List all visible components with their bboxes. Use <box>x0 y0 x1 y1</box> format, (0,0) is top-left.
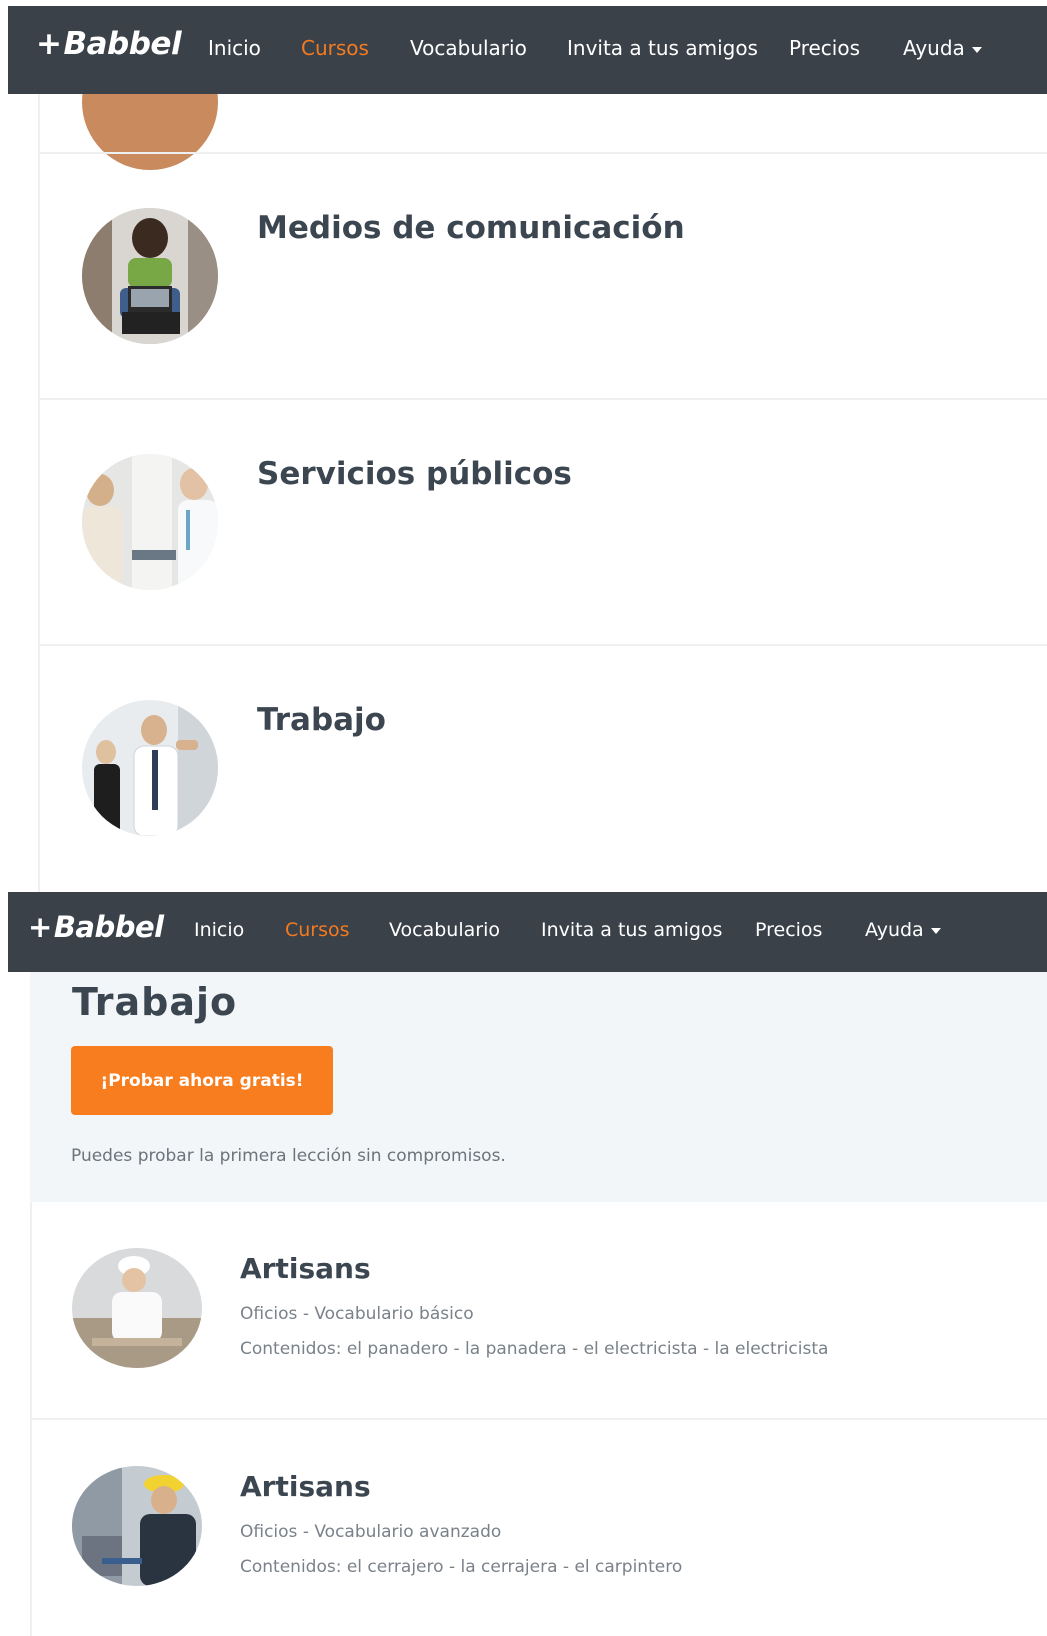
try-free-button[interactable]: ¡Probar ahora gratis! <box>71 1046 333 1115</box>
course-row-basic[interactable]: Artisans Oficios - Vocabulario básico Co… <box>32 1202 1047 1418</box>
nav-ayuda[interactable]: Ayuda <box>865 919 941 941</box>
logo-mark: + <box>28 910 52 944</box>
logo-mark: + <box>36 26 62 62</box>
logo-text: Babbel <box>53 910 164 944</box>
nav-precios[interactable]: Precios <box>789 36 860 60</box>
trial-note: Puedes probar la primera lección sin com… <box>71 1146 506 1166</box>
topic-row-servicios[interactable]: Servicios públicos <box>40 398 1047 644</box>
course-screen: Trabajo ¡Probar ahora gratis! Puedes pro… <box>8 892 1047 1636</box>
nav-precios[interactable]: Precios <box>755 919 822 941</box>
course-hero: Trabajo ¡Probar ahora gratis! Puedes pro… <box>30 972 1047 1202</box>
topic-title: Medios de comunicación <box>257 210 685 246</box>
logo-text: Babbel <box>63 26 182 62</box>
topic-row-medios[interactable]: Medios de comunicación <box>40 152 1047 398</box>
course-subtitle: Oficios - Vocabulario avanzado <box>240 1522 502 1542</box>
topic-row-trabajo[interactable]: Trabajo <box>40 644 1047 892</box>
course-contents: Contenidos: el cerrajero - la cerrajera … <box>240 1557 683 1577</box>
woman-laptop-photo-icon <box>82 208 218 344</box>
course-title: Artisans <box>240 1470 371 1503</box>
course-row-advanced[interactable]: Artisans Oficios - Vocabulario avanzado … <box>32 1418 1047 1636</box>
caret-down-icon <box>971 46 982 53</box>
nav-inicio[interactable]: Inicio <box>208 36 261 60</box>
top-navbar: +Babbel Inicio Cursos Vocabulario Invita… <box>8 6 1047 94</box>
topic-list: Medios de comunicación Servicios público… <box>38 34 1047 892</box>
nav-cursos[interactable]: Cursos <box>301 36 369 60</box>
nav-vocabulario[interactable]: Vocabulario <box>410 36 527 60</box>
course-title: Artisans <box>240 1252 371 1285</box>
course-contents: Contenidos: el panadero - la panadera - … <box>240 1339 829 1359</box>
craftsman-photo-icon <box>72 1466 202 1586</box>
course-list: Artisans Oficios - Vocabulario básico Co… <box>30 1202 1047 1636</box>
page-title: Trabajo <box>72 980 238 1024</box>
nav-invita[interactable]: Invita a tus amigos <box>541 919 722 941</box>
babbel-logo[interactable]: +Babbel <box>28 910 164 944</box>
nav-ayuda-label: Ayuda <box>865 919 924 941</box>
nav-inicio[interactable]: Inicio <box>194 919 244 941</box>
nav-vocabulario[interactable]: Vocabulario <box>389 919 500 941</box>
nav-ayuda-label: Ayuda <box>903 36 965 60</box>
topic-title: Trabajo <box>257 702 386 738</box>
nav-invita[interactable]: Invita a tus amigos <box>567 36 758 60</box>
course-subtitle: Oficios - Vocabulario básico <box>240 1304 474 1324</box>
nav-ayuda[interactable]: Ayuda <box>903 36 982 60</box>
doctor-patient-photo-icon <box>82 454 218 590</box>
caret-down-icon <box>930 927 941 934</box>
babbel-logo[interactable]: +Babbel <box>36 26 182 62</box>
topics-screen: Medios de comunicación Servicios público… <box>8 6 1047 892</box>
office-workers-photo-icon <box>82 700 218 836</box>
topic-title: Servicios públicos <box>257 456 572 492</box>
nav-cursos[interactable]: Cursos <box>285 919 350 941</box>
baker-photo-icon <box>72 1248 202 1368</box>
top-navbar: +Babbel Inicio Cursos Vocabulario Invita… <box>8 892 1047 972</box>
